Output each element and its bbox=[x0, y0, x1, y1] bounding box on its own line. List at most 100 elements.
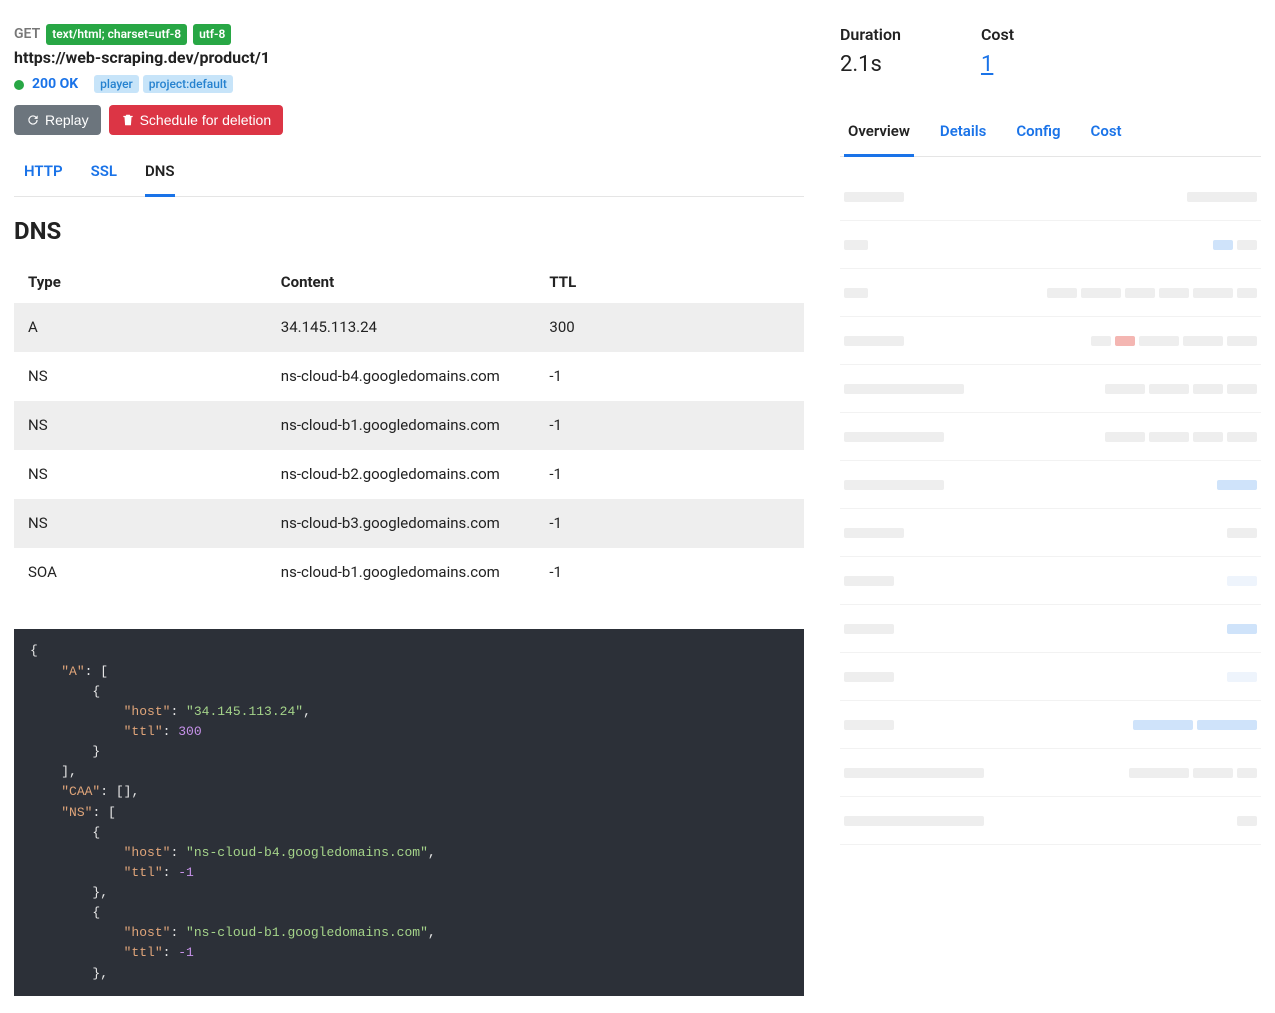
dns-cell-type: NS bbox=[14, 450, 267, 499]
redacted-box bbox=[1115, 336, 1135, 346]
status-dot-icon bbox=[14, 80, 24, 90]
redacted-box bbox=[1047, 288, 1077, 298]
dns-cell-ttl: -1 bbox=[535, 352, 804, 401]
redacted-box bbox=[844, 192, 904, 202]
redacted-box bbox=[844, 240, 868, 250]
overview-row bbox=[840, 461, 1261, 509]
redacted-box bbox=[1133, 720, 1193, 730]
overview-row bbox=[840, 173, 1261, 221]
redacted-box bbox=[1227, 576, 1257, 586]
redacted-box bbox=[844, 384, 964, 394]
redacted-box bbox=[844, 672, 894, 682]
redacted-box bbox=[1217, 480, 1257, 490]
overview-row bbox=[840, 269, 1261, 317]
tab-overview[interactable]: Overview bbox=[844, 111, 914, 157]
request-tag[interactable]: project:default bbox=[143, 75, 233, 93]
redacted-box bbox=[1159, 288, 1189, 298]
dns-table: Type Content TTL A34.145.113.24300NSns-c… bbox=[14, 262, 804, 597]
duration-value: 2.1s bbox=[840, 50, 901, 81]
overview-row bbox=[840, 557, 1261, 605]
dns-cell-ttl: 300 bbox=[535, 303, 804, 352]
table-row: NSns-cloud-b1.googledomains.com-1 bbox=[14, 401, 804, 450]
dns-cell-content: ns-cloud-b3.googledomains.com bbox=[267, 499, 536, 548]
dns-cell-type: NS bbox=[14, 352, 267, 401]
redacted-box bbox=[844, 528, 904, 538]
dns-cell-ttl: -1 bbox=[535, 450, 804, 499]
cost-label: Cost bbox=[981, 24, 1014, 46]
redacted-box bbox=[844, 816, 984, 826]
dns-header-content: Content bbox=[267, 262, 536, 303]
redacted-box bbox=[1139, 336, 1179, 346]
cost-value[interactable]: 1 bbox=[981, 50, 1014, 81]
table-row: SOAns-cloud-b1.googledomains.com-1 bbox=[14, 548, 804, 597]
redacted-box bbox=[1193, 384, 1223, 394]
redacted-box bbox=[1081, 288, 1121, 298]
redacted-box bbox=[1183, 336, 1223, 346]
replay-label: Replay bbox=[45, 112, 89, 128]
refresh-icon bbox=[26, 113, 40, 127]
redacted-box bbox=[1213, 240, 1233, 250]
dns-json-code: { "A": [ { "host": "34.145.113.24", "ttl… bbox=[14, 629, 804, 995]
redacted-box bbox=[844, 768, 984, 778]
dns-cell-type: A bbox=[14, 303, 267, 352]
table-row: NSns-cloud-b2.googledomains.com-1 bbox=[14, 450, 804, 499]
redacted-box bbox=[844, 576, 894, 586]
overview-row bbox=[840, 653, 1261, 701]
tab-cost[interactable]: Cost bbox=[1087, 111, 1126, 156]
dns-cell-content: ns-cloud-b2.googledomains.com bbox=[267, 450, 536, 499]
dns-cell-content: ns-cloud-b1.googledomains.com bbox=[267, 548, 536, 597]
tab-ssl[interactable]: SSL bbox=[91, 151, 117, 196]
redacted-box bbox=[1227, 672, 1257, 682]
request-url: https://web-scraping.dev/product/1 bbox=[14, 47, 804, 69]
dns-cell-ttl: -1 bbox=[535, 548, 804, 597]
redacted-box bbox=[844, 624, 894, 634]
redacted-box bbox=[1105, 432, 1145, 442]
redacted-box bbox=[1237, 288, 1257, 298]
table-row: A34.145.113.24300 bbox=[14, 303, 804, 352]
table-row: NSns-cloud-b3.googledomains.com-1 bbox=[14, 499, 804, 548]
overview-row bbox=[840, 749, 1261, 797]
redacted-box bbox=[1149, 384, 1189, 394]
schedule-delete-button[interactable]: Schedule for deletion bbox=[109, 105, 284, 135]
section-title: DNS bbox=[14, 215, 804, 249]
overview-row bbox=[840, 509, 1261, 557]
table-row: NSns-cloud-b4.googledomains.com-1 bbox=[14, 352, 804, 401]
request-tag[interactable]: player bbox=[94, 75, 139, 93]
tab-details[interactable]: Details bbox=[936, 111, 990, 156]
redacted-box bbox=[1227, 528, 1257, 538]
replay-button[interactable]: Replay bbox=[14, 105, 101, 135]
overview-row bbox=[840, 605, 1261, 653]
overview-row bbox=[840, 365, 1261, 413]
redacted-box bbox=[1193, 768, 1233, 778]
tab-config[interactable]: Config bbox=[1012, 111, 1064, 156]
redacted-box bbox=[844, 288, 868, 298]
redacted-box bbox=[1149, 432, 1189, 442]
redacted-box bbox=[1227, 432, 1257, 442]
redacted-box bbox=[1237, 240, 1257, 250]
redacted-box bbox=[1237, 816, 1257, 826]
dns-cell-type: SOA bbox=[14, 548, 267, 597]
dns-cell-content: 34.145.113.24 bbox=[267, 303, 536, 352]
dns-cell-content: ns-cloud-b4.googledomains.com bbox=[267, 352, 536, 401]
content-type-badge: text/html; charset=utf-8 bbox=[46, 24, 187, 45]
http-method: GET bbox=[14, 25, 40, 45]
duration-label: Duration bbox=[840, 24, 901, 46]
redacted-box bbox=[1193, 432, 1223, 442]
dns-header-type: Type bbox=[14, 262, 267, 303]
redacted-box bbox=[1197, 720, 1257, 730]
redacted-box bbox=[1187, 192, 1257, 202]
redacted-box bbox=[1227, 384, 1257, 394]
encoding-badge: utf-8 bbox=[193, 24, 231, 45]
tab-http[interactable]: HTTP bbox=[24, 151, 63, 196]
redacted-box bbox=[1129, 768, 1189, 778]
redacted-box bbox=[1227, 336, 1257, 346]
redacted-box bbox=[1125, 288, 1155, 298]
redacted-box bbox=[844, 720, 894, 730]
overview-row bbox=[840, 413, 1261, 461]
status-code: 200 OK bbox=[32, 75, 78, 95]
overview-row bbox=[840, 797, 1261, 845]
redacted-box bbox=[844, 432, 944, 442]
tab-dns[interactable]: DNS bbox=[145, 151, 175, 197]
redacted-box bbox=[1237, 768, 1257, 778]
redacted-box bbox=[844, 336, 904, 346]
